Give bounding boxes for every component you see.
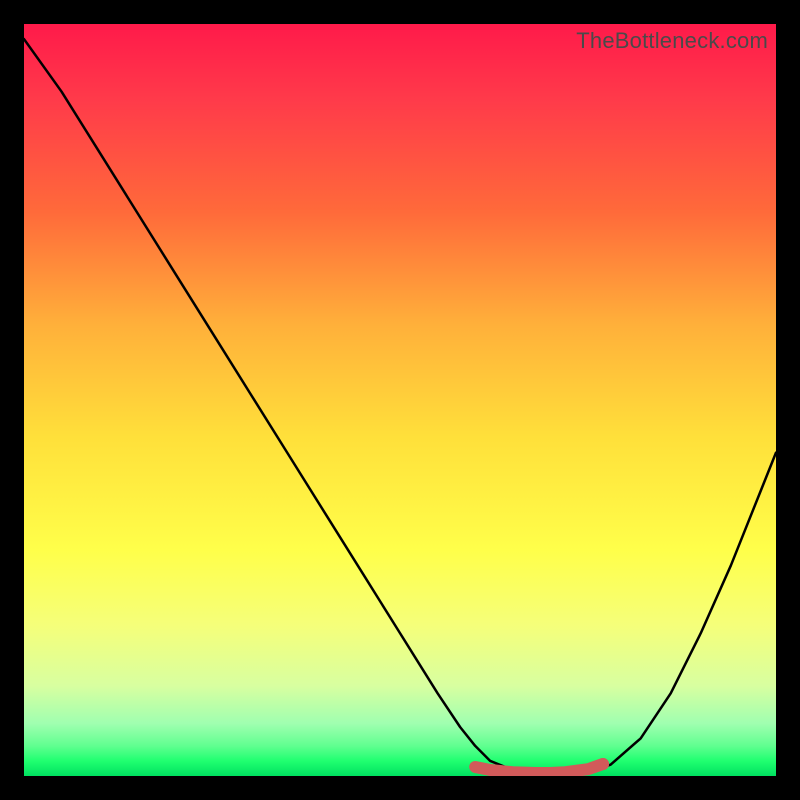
series-bottleneck-zone bbox=[475, 764, 603, 773]
chart-svg bbox=[24, 24, 776, 776]
series-bottleneck-curve bbox=[24, 39, 776, 774]
marker-point bbox=[597, 758, 609, 770]
plot-area: TheBottleneck.com bbox=[24, 24, 776, 776]
chart-container: TheBottleneck.com bbox=[0, 0, 800, 800]
watermark-label: TheBottleneck.com bbox=[576, 28, 768, 54]
